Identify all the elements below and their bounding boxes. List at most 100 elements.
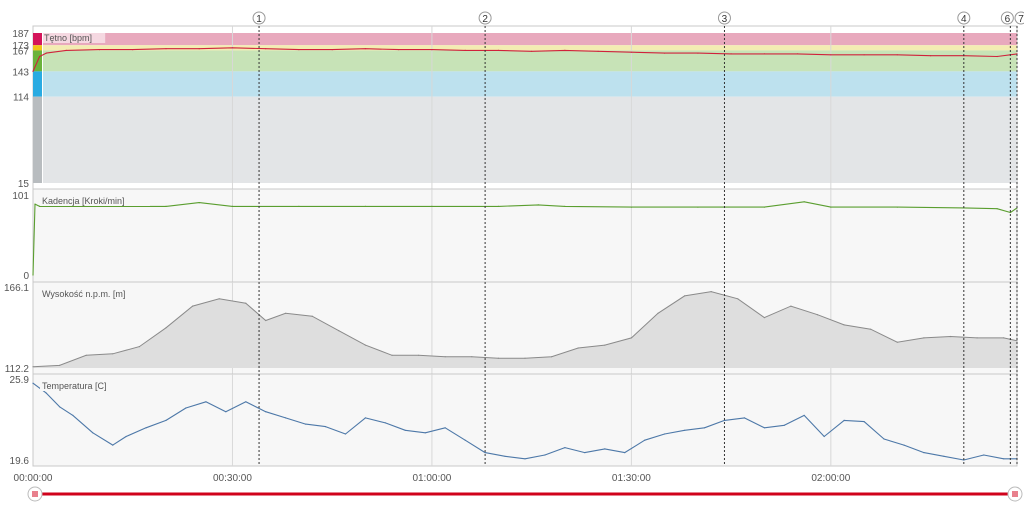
data-point: [1003, 458, 1005, 460]
data-point: [803, 414, 805, 416]
data-point: [391, 354, 393, 356]
data-point: [544, 454, 546, 456]
y-tick-label: 112.2: [5, 364, 30, 375]
data-point: [923, 452, 925, 454]
data-point: [930, 55, 932, 57]
data-point: [830, 206, 832, 208]
heart-zone-band: [43, 45, 1017, 51]
data-point: [1016, 340, 1018, 342]
data-point: [551, 356, 553, 358]
data-point: [863, 54, 865, 56]
data-point: [424, 432, 426, 434]
data-point: [285, 417, 287, 419]
data-point: [703, 427, 706, 429]
lap-marker-label: 6: [1005, 14, 1011, 25]
data-point: [664, 52, 666, 54]
lap-marker-label: 2: [482, 14, 488, 25]
data-point: [344, 433, 347, 435]
data-point: [816, 314, 819, 316]
data-point: [112, 444, 114, 446]
data-point: [763, 317, 766, 319]
data-point: [98, 49, 101, 51]
data-point: [185, 407, 187, 409]
data-point: [418, 354, 420, 356]
data-point: [225, 411, 227, 413]
x-tick-label: 01:00:00: [412, 473, 451, 484]
lap-marker-label: 3: [722, 14, 728, 25]
data-point: [145, 427, 147, 429]
data-point: [364, 344, 366, 346]
y-tick-label: 143: [12, 67, 29, 78]
data-point: [644, 439, 646, 441]
range-slider-right-handle[interactable]: [1007, 486, 1023, 502]
y-tick-label: 166.1: [4, 283, 29, 294]
range-slider-left-handle[interactable]: [27, 486, 43, 502]
data-point: [524, 357, 526, 359]
y-tick-label: 19.6: [10, 456, 30, 467]
data-point: [305, 423, 307, 425]
data-point: [32, 382, 34, 384]
data-point: [471, 356, 473, 358]
data-point: [39, 55, 41, 58]
x-tick-label: 00:00:00: [14, 473, 53, 484]
heart-zone-legend-strip: [33, 71, 42, 97]
data-point: [231, 205, 234, 207]
data-point: [331, 49, 333, 51]
data-point: [464, 439, 466, 441]
data-point: [464, 49, 466, 52]
data-point: [597, 50, 599, 52]
data-point: [564, 447, 566, 449]
data-point: [165, 205, 167, 207]
activity-chart: Tętno [bpm] 187 1 7 3 167 143 114 15 Kadencja [Kr…: [0, 0, 1024, 514]
data-point: [484, 452, 486, 454]
data-point: [949, 335, 952, 338]
data-point: [577, 347, 579, 349]
data-point: [883, 438, 885, 440]
data-point: [45, 52, 47, 54]
data-point: [32, 274, 34, 276]
data-point: [138, 346, 140, 348]
data-point: [763, 427, 766, 429]
data-point: [324, 426, 327, 428]
panel-3-background: [32, 373, 1018, 467]
data-point: [32, 366, 34, 368]
data-point: [843, 419, 845, 421]
data-point: [697, 52, 699, 54]
data-point: [684, 295, 686, 297]
y-tick-label: 187: [12, 29, 29, 40]
data-point: [790, 305, 792, 307]
data-point: [863, 421, 865, 423]
data-point: [497, 205, 499, 207]
data-point: [431, 205, 433, 207]
y-tick-label: 101: [12, 191, 29, 202]
data-point: [710, 291, 712, 293]
data-point: [657, 312, 659, 314]
data-point: [444, 427, 446, 429]
data-point: [165, 48, 167, 50]
data-point: [524, 458, 526, 460]
data-point: [684, 429, 686, 431]
data-point: [823, 435, 825, 438]
heart-zone-band: [43, 33, 1017, 46]
data-point: [298, 205, 300, 207]
data-point: [664, 433, 666, 435]
panel-1-background: [32, 188, 1018, 283]
data-point: [783, 424, 785, 426]
data-point: [896, 54, 898, 56]
heart-zone-band: [43, 50, 1017, 72]
data-point: [265, 48, 267, 50]
heart-zone-band: [43, 96, 1017, 183]
data-point: [996, 208, 998, 210]
data-point: [976, 337, 978, 339]
data-point: [630, 51, 633, 53]
data-point: [497, 357, 499, 359]
data-point: [564, 205, 566, 207]
data-point: [245, 302, 247, 304]
y-tick-label: 15: [18, 179, 30, 190]
lap-marker-label: 1: [256, 14, 262, 25]
data-point: [165, 327, 167, 329]
data-point: [1009, 211, 1012, 214]
data-point: [1003, 337, 1005, 339]
x-tick-label: 01:30:00: [612, 473, 651, 484]
data-point: [59, 364, 61, 366]
